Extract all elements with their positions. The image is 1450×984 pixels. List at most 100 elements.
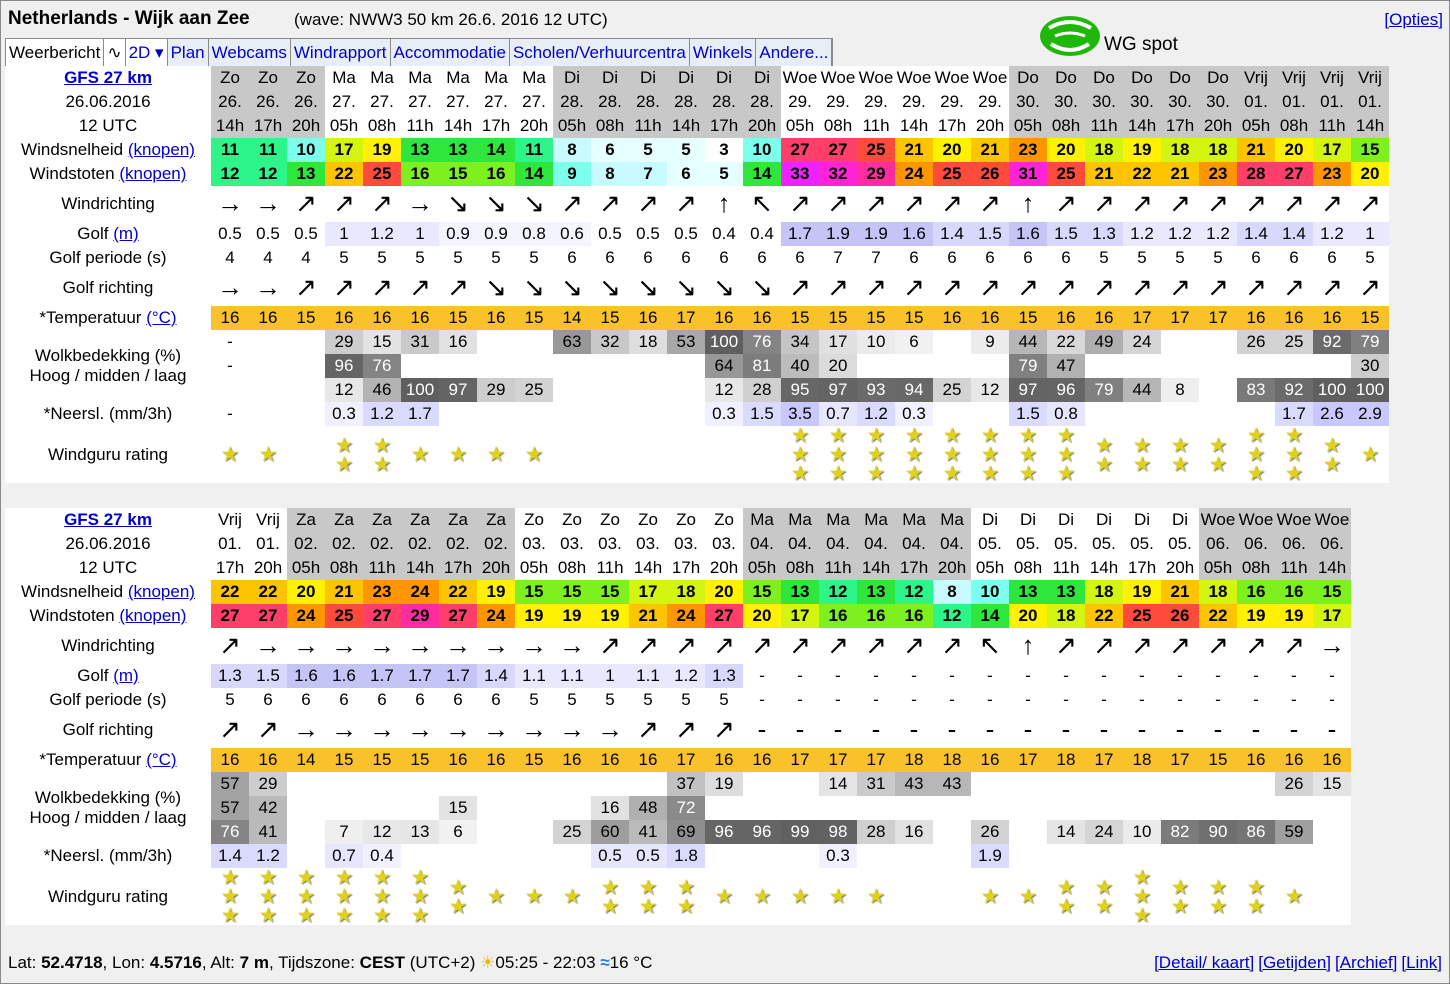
wind-arrow-icon: ↗ <box>1283 630 1305 660</box>
date-cell: 26. <box>211 90 249 114</box>
tab-5[interactable]: Windrapport <box>291 39 391 66</box>
wind-arrow-icon: → <box>331 630 357 660</box>
cloud-lo-cell: 29 <box>477 378 515 402</box>
star-icon: ★ <box>638 894 658 918</box>
periode-cell: - <box>1123 688 1161 712</box>
wave-arrow-icon: - <box>1175 714 1185 744</box>
day-cell: Ma <box>781 508 819 532</box>
rain-cell <box>287 844 325 868</box>
golfdir-cell: ↗ <box>1123 270 1161 306</box>
wind-arrow-icon: ↗ <box>637 630 659 660</box>
unit-link[interactable]: (°C) <box>146 308 176 327</box>
tab-0[interactable]: Weerbericht <box>6 39 105 66</box>
rain-cell <box>477 844 515 868</box>
cloud-mid-cell <box>705 796 743 820</box>
rain-cell: 0.3 <box>819 844 857 868</box>
winddir-cell: ↗ <box>1199 186 1237 222</box>
winddir-cell: ↖ <box>743 186 781 222</box>
rain-cell <box>439 844 477 868</box>
rain-cell <box>705 844 743 868</box>
unit-link[interactable]: (knopen) <box>128 582 195 601</box>
star-icon: ★ <box>1094 894 1114 918</box>
footer-link-2[interactable]: [Archief] <box>1335 953 1397 972</box>
gust-cell: 22 <box>1123 162 1161 186</box>
tz-offset: (UTC+2) <box>409 953 476 972</box>
temp-cell: 16 <box>477 306 515 330</box>
model-link[interactable]: GFS 27 km <box>64 510 152 529</box>
gust-cell: 25 <box>1123 604 1161 628</box>
wind-cell: 27 <box>781 138 819 162</box>
model-link[interactable]: GFS 27 km <box>64 68 152 87</box>
golf-cell: 1.9 <box>857 222 895 246</box>
cloud-hi-cell: 26 <box>1275 772 1313 796</box>
periode-cell: - <box>1237 688 1275 712</box>
tab-6[interactable]: Accommodatie <box>391 39 510 66</box>
row-date: 26.06.2016 26. 26. 26. 27. 27. 27. 27. 27. 27. 28.… <box>5 90 1389 114</box>
unit-link[interactable]: (knopen) <box>119 164 186 183</box>
golfdir-cell: ↗ <box>1161 270 1199 306</box>
wave-model-info: (wave: NWW3 50 km 26.6. 2016 12 UTC) <box>294 10 608 29</box>
periode-cell: 6 <box>933 246 971 270</box>
unit-link[interactable]: (m) <box>113 224 138 243</box>
golfdir-cell: ↗ <box>325 270 363 306</box>
star-icon: ★ <box>1208 894 1228 918</box>
wave-arrow-icon: ↗ <box>827 272 849 302</box>
periode-cell: 5 <box>1199 246 1237 270</box>
gust-cell: 16 <box>477 162 515 186</box>
tab-7[interactable]: Scholen/Verhuurcentra <box>510 39 690 66</box>
cloud-lo-cell <box>1313 820 1351 844</box>
temp-cell: 17 <box>667 306 705 330</box>
wind-cell: 15 <box>1351 138 1389 162</box>
tab-3[interactable]: Plan <box>168 39 209 66</box>
cloud-lo-cell: 46 <box>363 378 401 402</box>
hour-cell: 17h <box>211 556 249 580</box>
unit-link[interactable]: (knopen) <box>128 140 195 159</box>
star-icon: ★ <box>1132 433 1152 457</box>
wind-arrow-icon: → <box>483 630 509 660</box>
wind-cell: 22 <box>249 580 287 604</box>
date-cell: 05. <box>1161 532 1199 556</box>
date-cell: 03. <box>591 532 629 556</box>
gust-cell: 19 <box>553 604 591 628</box>
tab-8[interactable]: Winkels <box>690 39 757 66</box>
wind-arrow-icon: ↗ <box>1207 188 1229 218</box>
golfdir-cell: → <box>401 712 439 748</box>
cloud-lo-cell: 95 <box>781 378 819 402</box>
periode-cell: 6 <box>1313 246 1351 270</box>
tab-4[interactable]: Webcams <box>209 39 291 66</box>
temp-cell: 15 <box>287 306 325 330</box>
rain-cell: 1.5 <box>743 402 781 426</box>
footer-link-1[interactable]: [Getijden] <box>1258 953 1331 972</box>
row-golfdir: Golf richting ↗ ↗ → → → → → → → → → ↗ ↗ ↗ - - - - - - - - - - - - -… <box>5 712 1351 748</box>
golf-cell: 1.7 <box>781 222 819 246</box>
options-link[interactable]: [Opties] <box>1384 10 1443 30</box>
footer-link-3[interactable]: [Link] <box>1401 953 1442 972</box>
tab-1[interactable]: ∿ <box>104 39 126 66</box>
wave-arrow-icon: ↘ <box>751 272 773 302</box>
footer-link-0[interactable]: [Detail/ kaart] <box>1154 953 1254 972</box>
wind-cell: 19 <box>1123 580 1161 604</box>
unit-link[interactable]: (knopen) <box>119 606 186 625</box>
tab-2[interactable]: 2D ▾ <box>125 39 168 66</box>
rating-cell: ★ <box>401 426 439 483</box>
rating-cell: ★ <box>1351 426 1389 483</box>
gust-cell: 12 <box>249 162 287 186</box>
periode-cell: 5 <box>325 246 363 270</box>
cloud-hi-cell: - <box>211 330 249 354</box>
golfdir-cell: ↗ <box>249 712 287 748</box>
gust-cell: 22 <box>1199 604 1237 628</box>
wind-arrow-icon: ↗ <box>1169 188 1191 218</box>
wind-arrow-icon: ↗ <box>789 630 811 660</box>
wind-arrow-icon: ↗ <box>1131 630 1153 660</box>
hour-cell: 17h <box>477 114 515 138</box>
tab-9[interactable]: Andere... <box>756 39 833 66</box>
unit-link[interactable]: (°C) <box>146 750 176 769</box>
day-cell: Vrij <box>249 508 287 532</box>
wind-cell: 13 <box>401 138 439 162</box>
star-icon: ★ <box>1360 443 1380 466</box>
star-icon: ★ <box>410 904 430 925</box>
wind-cell: 10 <box>743 138 781 162</box>
golfdir-cell: - <box>1009 712 1047 748</box>
golfdir-cell: - <box>933 712 971 748</box>
unit-link[interactable]: (m) <box>113 666 138 685</box>
